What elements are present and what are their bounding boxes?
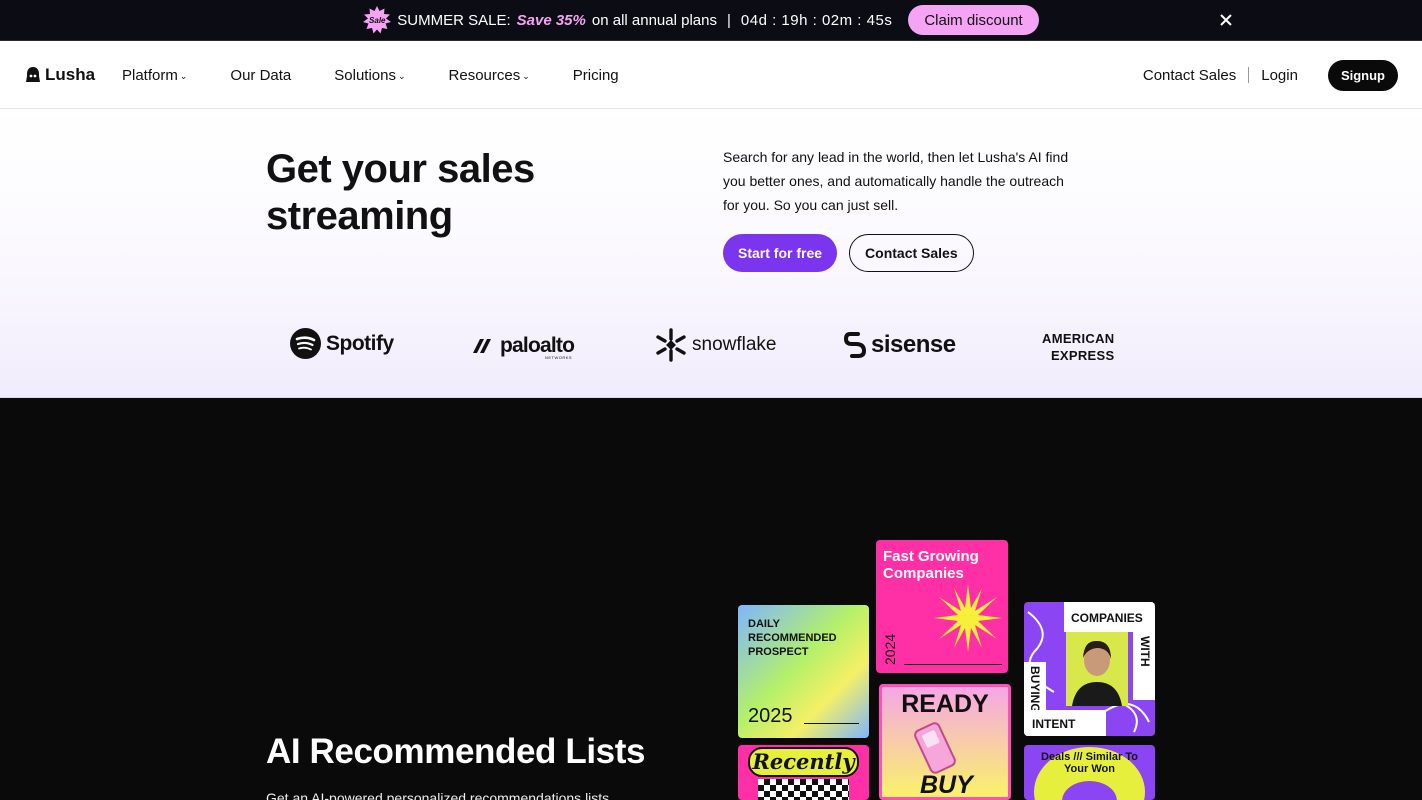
buying-label: BUYING bbox=[1028, 666, 1042, 713]
ai-lists-section: AI Recommended Lists Get an AI-powered p… bbox=[0, 398, 1422, 800]
hero-title: Get your sales streaming bbox=[266, 147, 535, 238]
nav-item-label: Resources bbox=[448, 66, 521, 84]
similar-deals-card: Deals /// Similar To Your Won bbox=[1024, 745, 1155, 800]
sisense-icon bbox=[844, 332, 866, 358]
start-for-free-button[interactable]: Start for free bbox=[723, 234, 838, 272]
fast-growing-card: Fast Growing Companies 2024 bbox=[876, 540, 1008, 673]
hero-section: Get your sales streaming Search for any … bbox=[0, 109, 1422, 398]
close-icon[interactable] bbox=[1217, 11, 1235, 29]
recently-label: Recently bbox=[748, 747, 859, 777]
paloalto-wordmark-wrap: paloalto NETWORKS bbox=[500, 334, 575, 360]
phone-icon bbox=[914, 722, 956, 774]
sisense-logo: sisense bbox=[844, 331, 956, 359]
daily-prospect-year: 2025 bbox=[748, 705, 793, 727]
daily-prospect-title: DAILY RECOMMENDED PROSPECT bbox=[748, 618, 837, 658]
hero-description: Search for any lead in the world, then l… bbox=[723, 149, 1069, 213]
intent-label: INTENT bbox=[1024, 710, 1106, 736]
nav-links: Platform ⌄ Our Data Solutions ⌄ Resources ⌄… bbox=[122, 41, 619, 109]
promo-content: Sale SUMMER SALE: Save 35% on all annual… bbox=[363, 5, 1039, 35]
section-title: AI Recommended Lists bbox=[266, 732, 646, 771]
spotify-wordmark: Spotify bbox=[326, 331, 394, 355]
promo-plans-text: on all annual plans bbox=[591, 11, 717, 29]
nav-item-pricing[interactable]: Pricing bbox=[573, 67, 619, 84]
ready-label: READY bbox=[901, 690, 989, 718]
main-nav: Lusha Platform ⌄ Our Data Solutions ⌄ Reso… bbox=[0, 41, 1422, 109]
promo-separator: | bbox=[726, 11, 731, 29]
card-rule bbox=[904, 664, 1002, 665]
nav-item-resources[interactable]: Resources ⌄ bbox=[449, 67, 530, 84]
snowflake-wordmark: snowflake bbox=[692, 334, 777, 355]
claim-discount-button[interactable]: Claim discount bbox=[908, 5, 1039, 35]
paloalto-networks-label: NETWORKS bbox=[544, 355, 573, 360]
nav-item-label: Pricing bbox=[572, 66, 619, 84]
spotify-icon bbox=[290, 328, 321, 359]
checker-pattern bbox=[758, 779, 849, 800]
nav-item-label: Our Data bbox=[230, 66, 292, 84]
person-photo bbox=[1066, 632, 1128, 706]
nav-item-solutions[interactable]: Solutions ⌄ bbox=[334, 67, 405, 84]
spotify-logo: Spotify bbox=[290, 328, 394, 359]
chevron-down-icon: ⌄ bbox=[522, 71, 530, 81]
nav-item-platform[interactable]: Platform ⌄ bbox=[122, 67, 187, 84]
ready-to-buy-card: READY BUY bbox=[879, 684, 1011, 800]
nav-divider bbox=[1248, 67, 1250, 83]
card-rule bbox=[804, 723, 859, 724]
nav-item-our-data[interactable]: Our Data bbox=[230, 67, 291, 84]
signup-button[interactable]: Signup bbox=[1327, 59, 1398, 91]
recently-card: Recently bbox=[738, 745, 869, 800]
american-express-logo: AMERICAN EXPRESS bbox=[1042, 330, 1114, 364]
customer-logos: Spotify paloalto NETWORKS snowflake sise… bbox=[0, 324, 1422, 374]
chevron-down-icon: ⌄ bbox=[179, 71, 188, 81]
nav-actions: Contact Sales Login Signup bbox=[1143, 41, 1398, 109]
nav-item-label: Solutions bbox=[334, 66, 396, 84]
fast-growing-title: Fast Growing Companies bbox=[883, 548, 979, 582]
with-label-wrap: WITH bbox=[1133, 632, 1155, 700]
chevron-down-icon: ⌄ bbox=[397, 71, 406, 81]
paloalto-logo: paloalto NETWORKS bbox=[471, 334, 575, 360]
starburst-icon bbox=[934, 584, 1002, 652]
amex-line-1: AMERICAN bbox=[1042, 331, 1115, 346]
promo-save-text: Save 35% bbox=[516, 11, 586, 29]
nav-contact-sales-link[interactable]: Contact Sales bbox=[1143, 67, 1236, 84]
snowflake-logo: snowflake bbox=[655, 328, 777, 362]
paloalto-wordmark: paloalto bbox=[500, 334, 575, 357]
lusha-logo[interactable]: Lusha bbox=[25, 65, 95, 85]
promo-sale-label: SUMMER SALE: bbox=[397, 11, 511, 29]
sale-badge-label: Sale bbox=[369, 15, 386, 25]
contact-sales-button[interactable]: Contact Sales bbox=[849, 234, 974, 272]
sisense-wordmark: sisense bbox=[871, 331, 956, 358]
avatar bbox=[1072, 640, 1122, 706]
login-link[interactable]: Login bbox=[1261, 67, 1298, 84]
with-label: WITH bbox=[1138, 636, 1152, 667]
buying-intent-card: COMPANIES WITH BUYING INTENT bbox=[1024, 602, 1155, 736]
logo-text: Lusha bbox=[45, 65, 96, 84]
countdown-timer: 04d : 19h : 02m : 45s bbox=[740, 11, 893, 29]
companies-label: COMPANIES bbox=[1064, 602, 1155, 632]
buy-label: BUY bbox=[920, 771, 973, 799]
daily-prospect-card: DAILY RECOMMENDED PROSPECT 2025 bbox=[738, 605, 869, 738]
similar-deals-label: Deals /// Similar To Your Won bbox=[1041, 751, 1138, 775]
sale-badge: Sale bbox=[363, 6, 392, 34]
snowflake-icon bbox=[656, 328, 686, 362]
promo-banner: Sale SUMMER SALE: Save 35% on all annual… bbox=[0, 0, 1422, 41]
fast-growing-year: 2024 bbox=[882, 633, 898, 665]
paloalto-icon bbox=[473, 339, 491, 353]
hero-cta-group: Start for free Contact Sales bbox=[723, 234, 974, 272]
amex-line-2: EXPRESS bbox=[1050, 348, 1115, 363]
lusha-logo-icon bbox=[26, 67, 40, 82]
nav-item-label: Platform bbox=[122, 66, 178, 84]
section-subtitle: Get an AI-powered personalized recommend… bbox=[266, 790, 610, 800]
